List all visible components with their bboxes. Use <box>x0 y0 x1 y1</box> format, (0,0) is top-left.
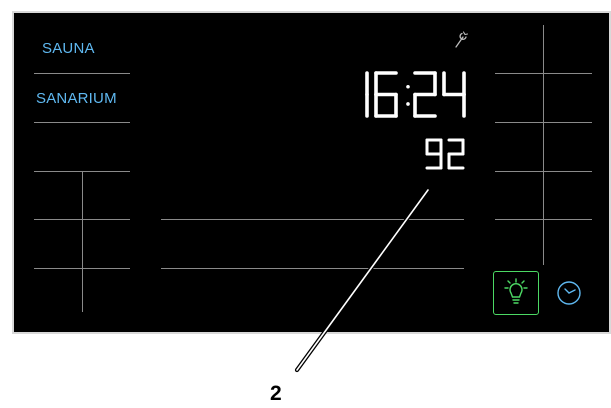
timer-button[interactable] <box>553 277 585 309</box>
temperature-value-text: 92 <box>0 0 1 1</box>
mode-sanarium-button[interactable]: SANARIUM <box>36 90 117 107</box>
wrench-icon[interactable] <box>453 30 469 48</box>
light-toggle-button[interactable] <box>493 271 539 315</box>
light-bulb-icon <box>504 278 528 304</box>
right-vertical-divider <box>543 25 544 265</box>
center-divider-1 <box>161 219 464 220</box>
center-divider-2 <box>161 268 464 269</box>
callout-number: 2 <box>270 382 282 405</box>
mode-sauna-button[interactable]: SAUNA <box>42 40 95 57</box>
left-divider-1 <box>34 73 130 74</box>
time-value-text: 16:24 <box>0 0 1 1</box>
clock-icon <box>557 281 581 305</box>
left-divider-2 <box>34 122 130 123</box>
left-vertical-divider <box>82 171 83 312</box>
